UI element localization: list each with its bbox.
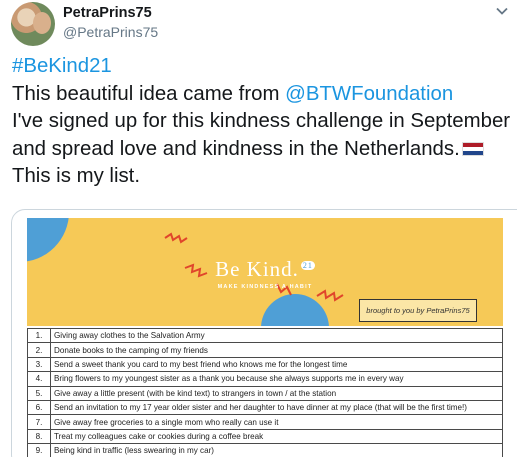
banner-title: Be Kind. 21 [27, 257, 503, 282]
be-kind-banner: Be Kind. 21 MAKE KINDNESS A HABIT brought… [27, 218, 503, 326]
chevron-down-icon[interactable] [495, 4, 509, 18]
list-item-number: 1. [27, 327, 51, 344]
hashtag-link[interactable]: #BeKind21 [12, 55, 112, 77]
media-card[interactable]: Be Kind. 21 MAKE KINDNESS A HABIT brought… [11, 209, 517, 457]
netherlands-flag-icon [461, 141, 484, 156]
list-item-number: 3. [27, 356, 51, 373]
display-name[interactable]: PetraPrins75 [63, 4, 158, 23]
mention-link[interactable]: @BTWFoundation [285, 83, 453, 105]
list-item-text: Bring flowers to my youngest sister as a… [50, 371, 503, 387]
banner-subtitle: MAKE KINDNESS A HABIT [217, 284, 313, 290]
list-item: 9. Being kind in traffic (less swearing i… [27, 443, 503, 457]
list-item-number: 7. [27, 414, 51, 430]
avatar[interactable] [11, 2, 55, 46]
list-item-number: 9. [27, 443, 51, 457]
list-item: 8. Treat my colleagues cake or cookies du… [27, 428, 503, 445]
list-item-text: Give away a little present (with be kind… [50, 385, 503, 401]
list-item-number: 2. [27, 342, 51, 358]
tweet-line-1: This beautiful idea came from [12, 82, 286, 105]
tweet-author[interactable]: PetraPrins75 @PetraPrins75 [63, 4, 158, 42]
kindness-list: 1. Giving away clothes to the Salvation A… [27, 327, 503, 457]
avatar-face [33, 12, 51, 34]
banner-badge: 21 [300, 261, 315, 270]
list-item-text: Send an invitation to my 17 year older s… [50, 399, 503, 416]
list-item: 2. Donate books to the camping of my frie… [27, 342, 503, 358]
list-item-text: Give away free groceries to a single mom… [50, 414, 503, 430]
credit-label: brought to you by PetraPrins75 [359, 299, 477, 322]
list-item: 4. Bring flowers to my youngest sister as… [27, 371, 503, 387]
list-item-text: Giving away clothes to the Salvation Arm… [50, 327, 503, 344]
list-item: 5. Give away a little present (with be ki… [27, 385, 503, 401]
list-item: 1. Giving away clothes to the Salvation A… [27, 327, 503, 344]
list-item: 6. Send an invitation to my 17 year older… [27, 399, 503, 416]
list-item: 7. Give away free groceries to a single m… [27, 414, 503, 430]
list-item: 3. Send a sweet thank you card to my best… [27, 356, 503, 373]
tweet: PetraPrins75 @PetraPrins75 #BeKind21 Thi… [0, 0, 517, 457]
banner-title-text: Be Kind. [215, 257, 299, 281]
list-item-number: 5. [27, 385, 51, 401]
list-item-text: Treat my colleagues cake or cookies duri… [50, 428, 503, 445]
user-handle[interactable]: @PetraPrins75 [63, 23, 158, 42]
kindness-list-body: 1. Giving away clothes to the Salvation A… [27, 327, 503, 457]
tweet-line-2: I've signed up for this kindness challen… [12, 110, 511, 160]
list-item-text: Donate books to the camping of my friend… [50, 342, 503, 358]
list-item-text: Send a sweet thank you card to my best f… [50, 356, 503, 373]
tweet-text: #BeKind21 This beautiful idea came from … [12, 53, 512, 191]
tweet-line-3: This is my list. [12, 165, 141, 187]
list-item-text: Being kind in traffic (less swearing in … [50, 443, 503, 457]
list-item-number: 6. [27, 399, 51, 416]
list-item-number: 8. [27, 428, 51, 445]
list-item-number: 4. [27, 371, 51, 387]
